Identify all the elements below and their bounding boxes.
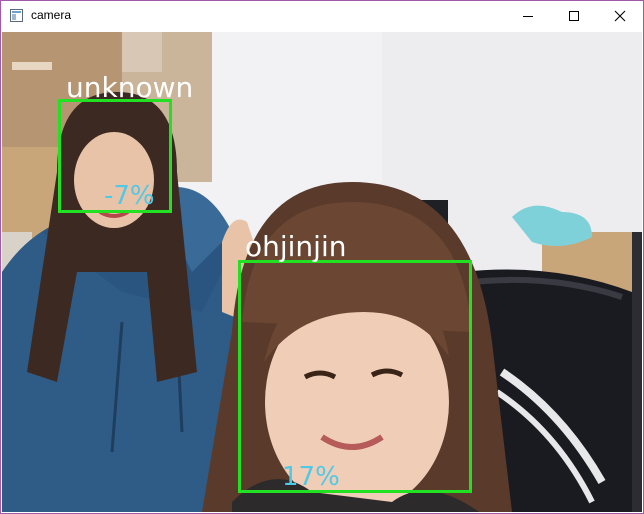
title-bar[interactable]: camera (1, 1, 643, 31)
window-title: camera (31, 8, 72, 22)
face-confidence-label: -7% (104, 181, 155, 211)
maximize-icon (569, 11, 579, 21)
minimize-button[interactable] (505, 1, 551, 31)
camera-window: camera unknown -7% ohjinjin 17% (0, 0, 644, 514)
face-name-label: ohjinjin (245, 230, 347, 263)
face-confidence-label: 17% (282, 462, 340, 492)
face-box-ohjinjin (238, 260, 472, 493)
close-button[interactable] (597, 1, 643, 31)
camera-frame: unknown -7% ohjinjin 17% (2, 32, 642, 512)
close-icon (614, 10, 626, 22)
app-icon (10, 9, 23, 22)
face-name-label: unknown (66, 71, 194, 104)
minimize-icon (523, 16, 533, 17)
maximize-button[interactable] (551, 1, 597, 31)
